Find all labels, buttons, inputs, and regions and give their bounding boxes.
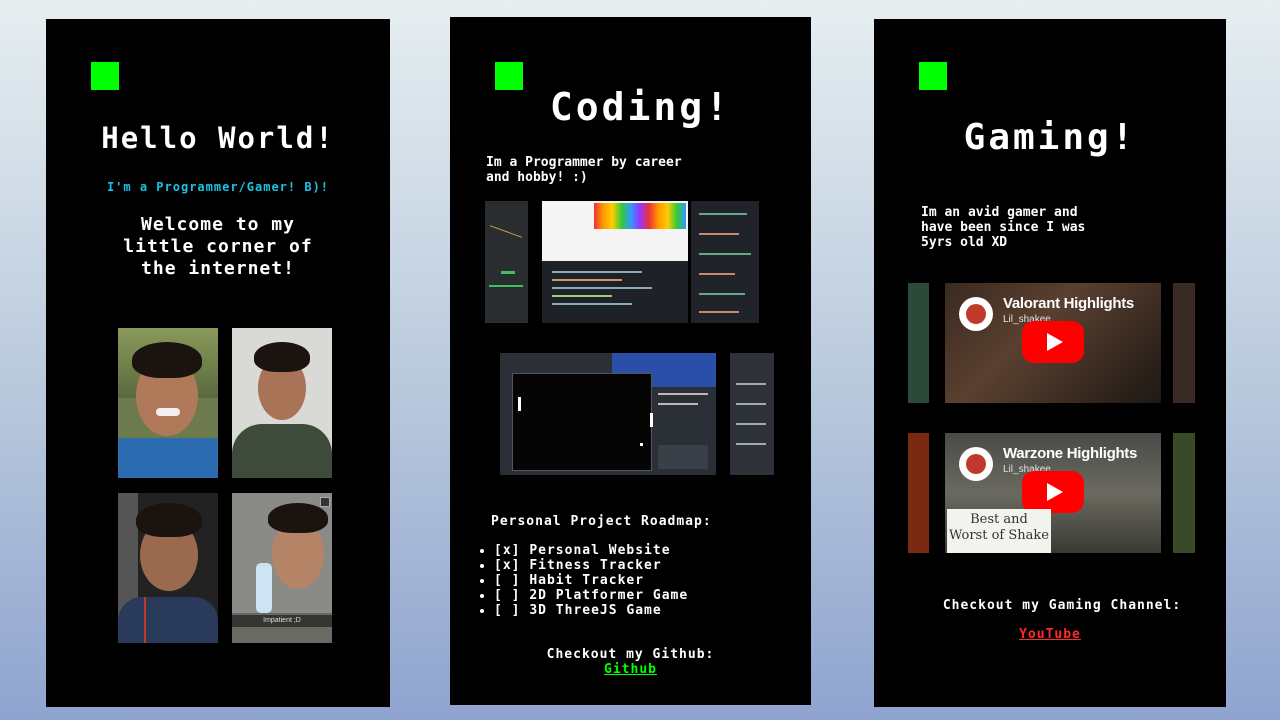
roadmap-item: [ ] Habit Tracker — [494, 573, 688, 588]
gaming-panel: Gaming! Im an avid gamer and have been s… — [874, 19, 1226, 707]
video-thumbnail-prev[interactable] — [908, 283, 929, 403]
code-screenshot-3 — [691, 201, 759, 323]
hello-world-panel: Hello World! I'm a Programmer/Gamer! B)!… — [46, 19, 390, 707]
coding-panel: Coding! Im a Programmer by career and ho… — [450, 17, 811, 705]
page-title: Gaming! — [963, 117, 1137, 158]
green-square-icon — [919, 62, 947, 90]
play-button-icon[interactable] — [1022, 471, 1084, 513]
github-link[interactable]: Github — [450, 662, 811, 677]
roadmap-item: [x] Personal Website — [494, 543, 688, 558]
profile-photo-2 — [232, 328, 332, 478]
video-thumbnail-prev[interactable] — [908, 433, 929, 553]
channel-avatar — [959, 447, 993, 481]
video-overlay-text: Best and Worst of Shake — [947, 509, 1051, 553]
page-title: Coding! — [549, 85, 732, 129]
video-thumbnail-warzone[interactable]: Warzone Highlights Lil_shakee Best and W… — [945, 433, 1161, 553]
intro-text: Im an avid gamer and have been since I w… — [921, 205, 1086, 250]
roadmap-item: [ ] 2D Platformer Game — [494, 588, 688, 603]
play-button-icon[interactable] — [1022, 321, 1084, 363]
roadmap-list: [x] Personal Website [x] Fitness Tracker… — [478, 543, 688, 618]
photo-caption: Impatient ;D — [232, 615, 332, 627]
channel-prompt: Checkout my Gaming Channel: — [942, 598, 1182, 613]
profile-photo-4: Impatient ;D — [232, 493, 332, 643]
roadmap-title: Personal Project Roadmap: — [491, 514, 712, 529]
video-title: Warzone Highlights — [1003, 445, 1138, 462]
editor-screenshot — [730, 353, 774, 475]
video-thumbnail-next[interactable] — [1173, 433, 1195, 553]
profile-photo-1 — [118, 328, 218, 478]
roadmap-item: [x] Fitness Tracker — [494, 558, 688, 573]
youtube-link[interactable]: YouTube — [874, 627, 1226, 642]
github-prompt: Checkout my Github: — [546, 647, 715, 662]
page-title: Hello World! — [101, 121, 335, 155]
profile-photo-3 — [118, 493, 218, 643]
intro-text: Im a Programmer by career and hobby! :) — [486, 155, 682, 185]
subtitle: I'm a Programmer/Gamer! B)! — [106, 180, 330, 194]
video-thumbnail-valorant[interactable]: Valorant Highlights Lil_shakee — [945, 283, 1161, 403]
code-screenshot-1 — [485, 201, 528, 323]
roadmap-item: [ ] 3D ThreeJS Game — [494, 603, 688, 618]
channel-avatar — [959, 297, 993, 331]
welcome-text: Welcome to my little corner of the inter… — [123, 214, 313, 279]
green-square-icon — [91, 62, 119, 90]
game-screenshot — [500, 353, 716, 475]
video-title: Valorant Highlights — [1003, 295, 1134, 312]
video-thumbnail-next[interactable] — [1173, 283, 1195, 403]
code-screenshot-2 — [542, 201, 688, 323]
